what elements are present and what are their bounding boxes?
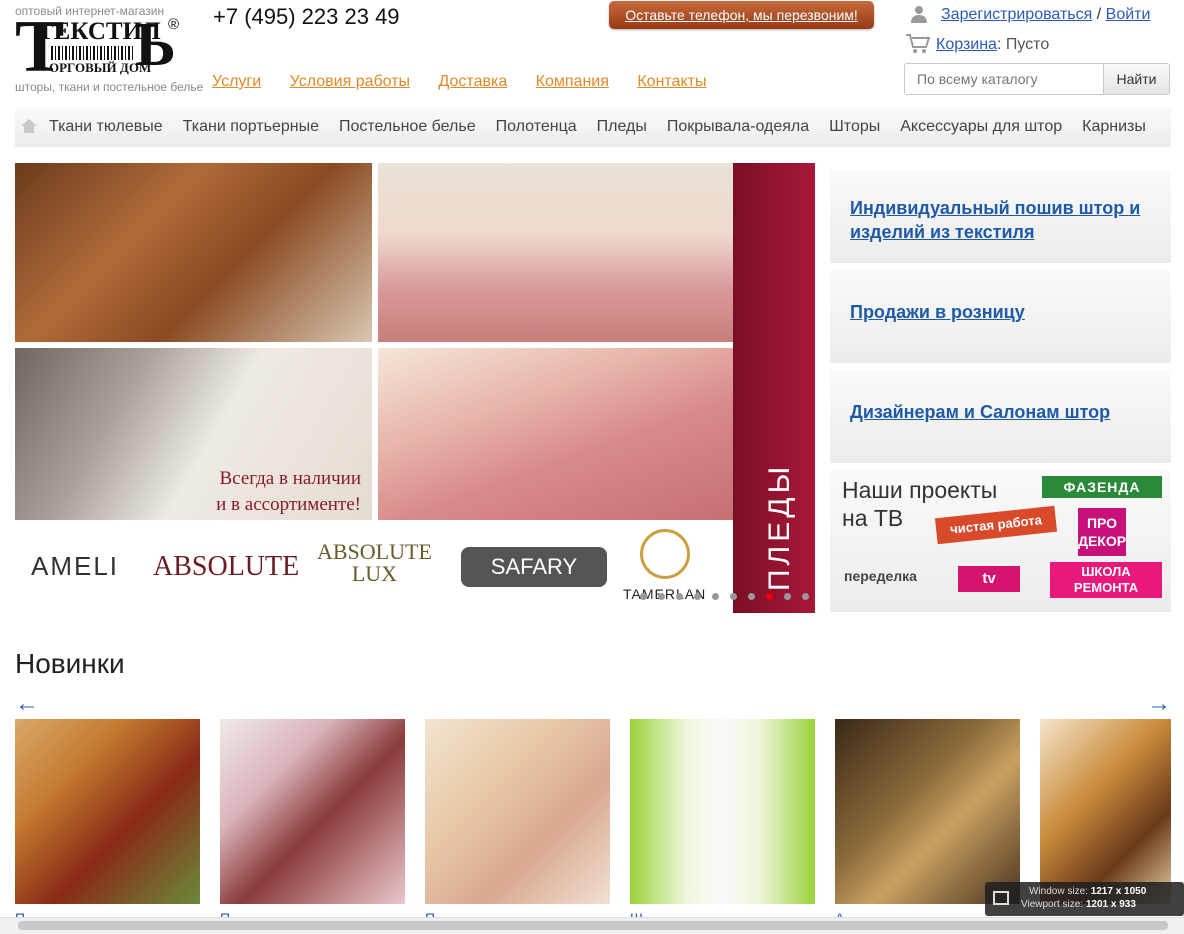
cart-icon[interactable] <box>905 32 931 54</box>
carousel-prev-arrow-icon[interactable]: ← <box>15 690 39 718</box>
slider-dot[interactable] <box>712 593 719 600</box>
tv-title-line-1: Наши проекты <box>842 477 998 503</box>
banner-slogan-line-2: и в ассортименте! <box>216 494 361 515</box>
nav-link-company[interactable]: Компания <box>536 73 609 90</box>
product-card-tassels[interactable] <box>835 719 1020 904</box>
tv-logo-tv: tv <box>958 566 1020 592</box>
logo[interactable]: оптовый интернет-магазин Т ТЕКСТИЛ Ь ОРГ… <box>15 4 203 96</box>
window-size-label: Window size: <box>1029 886 1088 897</box>
tv-logo-pro-dekor-line-2: ДЕКОР <box>1078 533 1127 549</box>
category-curtain-fabric[interactable]: Ткани портьерные <box>183 118 319 136</box>
logo-subtitle: ОРГОВЫЙ ДОМ <box>49 60 152 75</box>
banner-side-text: ПЛЕДЫ <box>763 462 796 591</box>
tv-logo-fazenda: ФАЗЕНДА <box>1042 476 1162 498</box>
product-card-chess[interactable] <box>1040 719 1171 904</box>
promo-designers: Дизайнерам и Салонам штор <box>830 370 1171 463</box>
slider-dot[interactable] <box>676 593 683 600</box>
slider-dots <box>640 593 815 600</box>
search-form: Найти <box>904 63 1170 95</box>
tv-logo-shkola-line-2: РЕМОНТА <box>1073 580 1139 595</box>
banner-photo-floral-blanket <box>378 348 733 520</box>
brand-absolute-lux[interactable]: ABSOLUTE LUX <box>317 541 432 585</box>
window-size-value: 1217 x 1050 <box>1090 886 1147 897</box>
promo-retail-link[interactable]: Продажи в розницу <box>850 302 1025 323</box>
tv-projects[interactable]: Наши проекты на ТВ ФАЗЕНДА чистая работа… <box>830 470 1171 612</box>
brand-absolute-lux-line-2: LUX <box>351 561 398 586</box>
home-icon[interactable] <box>21 119 37 133</box>
nav-link-terms[interactable]: Условия работы <box>290 73 410 90</box>
slider-dot[interactable] <box>766 593 773 600</box>
banner-photo-pink-plaid <box>378 163 733 342</box>
category-towels[interactable]: Полотенца <box>496 118 577 136</box>
carousel-next-arrow-icon[interactable]: → <box>1147 690 1171 718</box>
category-bedding[interactable]: Постельное белье <box>339 118 476 136</box>
banner-slogan-line-1: Всегда в наличии <box>219 468 362 489</box>
phone-number: +7 (495) 223 23 49 <box>213 4 400 29</box>
search-input[interactable] <box>905 64 1129 94</box>
window-size-overlay: Window size: 1217 x 1050 Viewport size: … <box>985 882 1184 916</box>
slider-dot[interactable] <box>694 593 701 600</box>
callback-button[interactable]: Оставьте телефон, мы перезвоним! <box>609 1 874 29</box>
login-link[interactable]: Войти <box>1106 6 1151 23</box>
tv-logo-pro-dekor-line-1: ПРО <box>1086 515 1118 531</box>
nav-link-delivery[interactable]: Доставка <box>439 73 508 90</box>
nav-link-contacts[interactable]: Контакты <box>637 73 706 90</box>
logo-barcode <box>51 46 133 60</box>
horizontal-scrollbar[interactable] <box>0 917 1184 934</box>
brand-ameli[interactable]: AMELI <box>31 551 119 582</box>
tv-logo-shkola-line-1: ШКОЛА <box>1081 564 1131 579</box>
auth-separator: / <box>1092 6 1106 23</box>
slider-dot[interactable] <box>784 593 791 600</box>
promo-tailoring: Индивидуальный пошив штор и изделий из т… <box>830 170 1171 263</box>
banner-slider[interactable]: Всегда в наличии и в ассортименте! ПЛЕДЫ… <box>15 163 815 613</box>
slider-dot[interactable] <box>730 593 737 600</box>
category-nav: Ткани тюлевые Ткани портьерные Постельно… <box>15 107 1171 147</box>
viewport-size-label: Viewport size: <box>1021 899 1084 910</box>
promo-tailoring-link[interactable]: Индивидуальный пошив штор и изделий из т… <box>850 196 1160 244</box>
product-card-bedspread-beige[interactable] <box>425 719 610 904</box>
brand-absolute-lux-line-1: ABSOLUTE <box>317 539 432 564</box>
slider-dot[interactable] <box>658 593 665 600</box>
slider-dot[interactable] <box>802 593 809 600</box>
category-tulle[interactable]: Ткани тюлевые <box>49 118 163 136</box>
scrollbar-thumb[interactable] <box>18 921 1168 930</box>
cart-empty-text: : Пусто <box>996 36 1050 53</box>
tv-logo-pro-dekor: ПРО ДЕКОР <box>1078 508 1126 556</box>
auth-links: Зарегистрироваться / Войти <box>941 6 1150 24</box>
search-button[interactable]: Найти <box>1103 64 1169 94</box>
window-icon <box>993 891 1009 905</box>
top-nav: Услуги Условия работы Доставка Компания … <box>212 73 730 91</box>
tv-logo-peredelka: переделка <box>844 568 917 584</box>
category-curtains[interactable]: Шторы <box>829 118 880 136</box>
tamerlan-ornament-icon <box>640 529 690 579</box>
promo-retail: Продажи в розницу <box>830 270 1171 363</box>
logo-description: шторы, ткани и постельное белье <box>15 80 204 94</box>
slider-dot[interactable] <box>748 593 755 600</box>
brand-safary[interactable]: SAFARY <box>461 547 607 587</box>
banner-slogan: Всегда в наличии и в ассортименте! <box>206 466 361 518</box>
product-card-bedspread-brown[interactable] <box>220 719 405 904</box>
viewport-size-value: 1201 x 933 <box>1085 899 1136 910</box>
promo-designers-link[interactable]: Дизайнерам и Салонам штор <box>850 402 1110 423</box>
new-items-title: Новинки <box>15 648 125 679</box>
cart-link[interactable]: Корзина <box>936 36 997 53</box>
product-card-towels[interactable] <box>15 719 200 904</box>
nav-link-services[interactable]: Услуги <box>212 73 261 90</box>
tv-logo-shkola-remonta: ШКОЛА РЕМОНТА <box>1050 562 1162 598</box>
product-card-green-curtains[interactable] <box>630 719 815 904</box>
brand-strip: AMELI ABSOLUTE ABSOLUTE LUX SAFARY TAMER… <box>15 521 733 613</box>
viewport-size-line: Viewport size: 1201 x 933 <box>1021 899 1136 910</box>
window-size-line: Window size: 1217 x 1050 <box>1029 886 1146 897</box>
logo-registered-mark: ® <box>168 16 180 33</box>
register-link[interactable]: Зарегистрироваться <box>941 6 1092 23</box>
cart-status: Корзина: Пусто <box>936 36 1049 54</box>
category-bedspreads[interactable]: Покрывала-одеяла <box>667 118 809 136</box>
user-icon <box>911 6 927 23</box>
slider-dot[interactable] <box>640 593 647 600</box>
category-cornices[interactable]: Карнизы <box>1082 118 1146 136</box>
category-plaids[interactable]: Пледы <box>597 118 647 136</box>
banner-photo-brown-plaid <box>15 163 372 342</box>
brand-absolute[interactable]: ABSOLUTE <box>153 551 299 583</box>
category-accessories[interactable]: Аксессуары для штор <box>900 118 1062 136</box>
